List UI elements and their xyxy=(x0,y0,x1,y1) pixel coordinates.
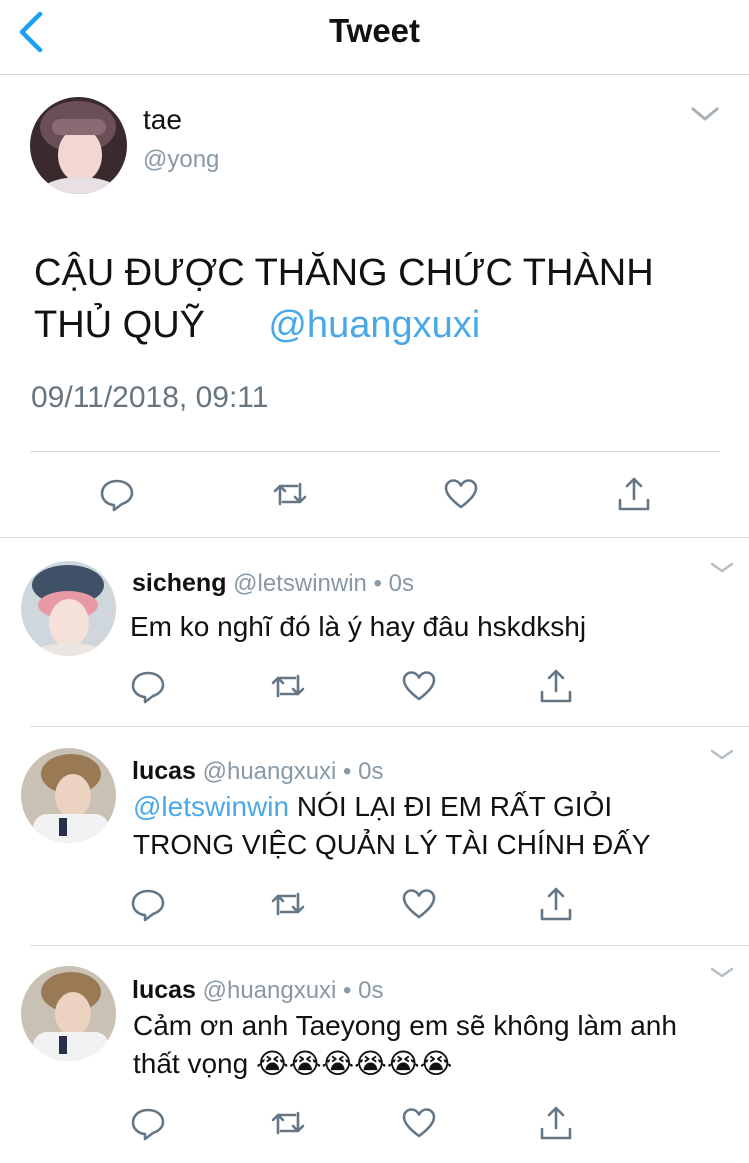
page-title: Tweet xyxy=(328,12,421,49)
reply-text: @letswinwin NÓI LẠI ĐI EM RẤT GIỎI TRONG… xyxy=(133,788,743,864)
reply-icon xyxy=(131,1108,165,1141)
retweet-button[interactable] xyxy=(268,1103,308,1143)
dropdown-chevron-icon xyxy=(691,107,719,121)
share-button[interactable] xyxy=(536,666,576,706)
reply-text-line: thất vọng 😭😭😭😭😭😭 xyxy=(133,1048,453,1079)
reply-text-line: TRONG VIỆC QUẢN LÝ TÀI CHÍNH ĐẤY xyxy=(133,829,651,860)
like-icon xyxy=(402,671,436,701)
tweet-text: CẬU ĐƯỢC THĂNG CHỨC THÀNH THỦ QUỸ @huang… xyxy=(34,247,734,351)
reply-text-line: Cảm ơn anh Taeyong em sẽ không làm anh xyxy=(133,1010,677,1041)
avatar[interactable] xyxy=(21,561,116,656)
reply-header: sicheng @letswinwin • 0s xyxy=(132,569,414,598)
mention-link[interactable]: @huangxuxi xyxy=(268,304,480,346)
reply-options-button[interactable] xyxy=(707,558,737,578)
tweet-options-button[interactable] xyxy=(690,104,720,124)
reply-icon xyxy=(100,479,134,512)
reply-header: lucas @huangxuxi • 0s xyxy=(132,976,383,1005)
avatar[interactable] xyxy=(21,748,116,843)
reply-meta[interactable]: @letswinwin • 0s xyxy=(233,570,414,597)
dropdown-chevron-icon xyxy=(710,749,734,760)
avatar-image xyxy=(21,748,116,843)
share-button[interactable] xyxy=(614,474,654,514)
share-icon xyxy=(540,1106,572,1140)
like-icon xyxy=(402,889,436,919)
retweet-icon xyxy=(271,892,305,916)
divider xyxy=(30,451,720,452)
reply-author-name[interactable]: lucas xyxy=(132,976,196,1004)
retweet-button[interactable] xyxy=(270,474,310,514)
tweet-timestamp: 09/11/2018, 09:11 xyxy=(31,381,269,414)
retweet-icon xyxy=(273,482,307,506)
tweet-author-handle[interactable]: @yong xyxy=(143,146,219,174)
divider xyxy=(30,726,749,727)
like-button[interactable] xyxy=(399,1103,439,1143)
like-icon xyxy=(444,479,478,509)
dropdown-chevron-icon xyxy=(710,562,734,573)
reply-options-button[interactable] xyxy=(707,963,737,983)
avatar-image xyxy=(30,97,127,194)
nav-bar: Tweet xyxy=(0,0,749,75)
retweet-button[interactable] xyxy=(268,884,308,924)
divider xyxy=(0,537,749,538)
reply-author-name[interactable]: lucas xyxy=(132,757,196,785)
like-button[interactable] xyxy=(441,474,481,514)
reply-options-button[interactable] xyxy=(707,745,737,765)
dropdown-chevron-icon xyxy=(710,967,734,978)
retweet-icon xyxy=(271,1111,305,1135)
like-icon xyxy=(402,1108,436,1138)
reply-text-line: NÓI LẠI ĐI EM RẤT GIỎI xyxy=(296,791,613,822)
mention-link[interactable]: @letswinwin xyxy=(133,791,289,822)
reply-meta[interactable]: @huangxuxi • 0s xyxy=(203,758,384,785)
tweet-author-name[interactable]: tae xyxy=(143,104,182,136)
reply-button[interactable] xyxy=(128,884,168,924)
reply-author-name[interactable]: sicheng xyxy=(132,569,226,597)
share-icon xyxy=(540,669,572,703)
avatar[interactable] xyxy=(21,966,116,1061)
share-icon xyxy=(540,887,572,921)
reply-text: Cảm ơn anh Taeyong em sẽ không làm anh t… xyxy=(133,1007,743,1083)
divider xyxy=(30,945,749,946)
avatar-image xyxy=(21,561,116,656)
share-icon xyxy=(618,477,650,511)
reply-icon xyxy=(131,671,165,704)
retweet-button[interactable] xyxy=(268,666,308,706)
reply-icon xyxy=(131,889,165,922)
reply-button[interactable] xyxy=(128,1103,168,1143)
reply-button[interactable] xyxy=(97,474,137,514)
like-button[interactable] xyxy=(399,666,439,706)
reply-button[interactable] xyxy=(128,666,168,706)
reply-text: Em ko nghĩ đó là ý hay đâu hskdkshj xyxy=(130,611,587,642)
share-button[interactable] xyxy=(536,1103,576,1143)
avatar-image xyxy=(21,966,116,1061)
like-button[interactable] xyxy=(399,884,439,924)
avatar[interactable] xyxy=(30,97,127,194)
share-button[interactable] xyxy=(536,884,576,924)
reply-header: lucas @huangxuxi • 0s xyxy=(132,757,383,786)
reply-meta[interactable]: @huangxuxi • 0s xyxy=(203,977,384,1004)
retweet-icon xyxy=(271,674,305,698)
